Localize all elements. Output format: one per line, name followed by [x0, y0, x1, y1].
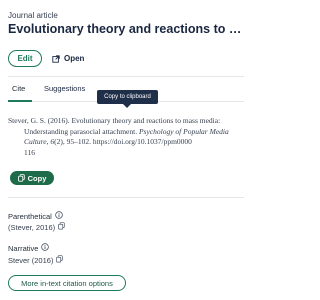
active-tab-indicator	[8, 100, 32, 102]
edit-button[interactable]: Edit	[8, 50, 42, 67]
info-icon[interactable]	[55, 211, 63, 221]
tab-cite[interactable]: Cite	[12, 84, 25, 93]
copy-icon	[17, 174, 25, 182]
narrative-citation: Stever (2016)	[8, 255, 64, 265]
open-link[interactable]: Open	[52, 52, 84, 65]
citation-issue-pages: (2), 95–102. https://doi.org/10.1037/ppm…	[54, 137, 192, 147]
copy-button-label: Copy	[27, 173, 47, 183]
parenthetical-value: (Stever, 2016)	[8, 222, 56, 232]
more-in-text-options-button[interactable]: More in-text citation options	[8, 275, 126, 291]
journal-article-label: Journal article	[8, 11, 58, 20]
citation-line-1: Stever, G. S. (2016). Evolutionary theor…	[8, 116, 221, 125]
article-title: Evolutionary theory and reactions to mas…	[8, 22, 244, 36]
citation-tail: 116	[24, 147, 35, 157]
parenthetical-heading: Parenthetical	[8, 211, 63, 221]
narrative-label: Narrative	[8, 243, 39, 253]
divider	[8, 197, 244, 198]
citation-rest: Understanding parasocial attachment. Psy…	[8, 127, 242, 159]
tab-suggestions[interactable]: Suggestions	[44, 84, 85, 93]
copy-button[interactable]: Copy	[10, 171, 54, 185]
narrative-heading: Narrative	[8, 243, 50, 253]
parenthetical-citation: (Stever, 2016)	[8, 222, 65, 232]
narrative-value: Stever (2016)	[8, 255, 54, 265]
external-link-icon	[52, 54, 60, 63]
copy-tooltip: Copy to clipboard	[97, 90, 158, 108]
copy-icon[interactable]	[56, 255, 64, 265]
citation-text: Stever, G. S. (2016). Evolutionary theor…	[8, 116, 242, 158]
open-label: Open	[64, 54, 85, 63]
divider	[8, 76, 244, 77]
info-icon[interactable]	[41, 243, 50, 253]
citation-title-part: Understanding parasocial attachment.	[24, 126, 139, 136]
parenthetical-label: Parenthetical	[8, 211, 52, 221]
copy-icon[interactable]	[58, 222, 65, 232]
